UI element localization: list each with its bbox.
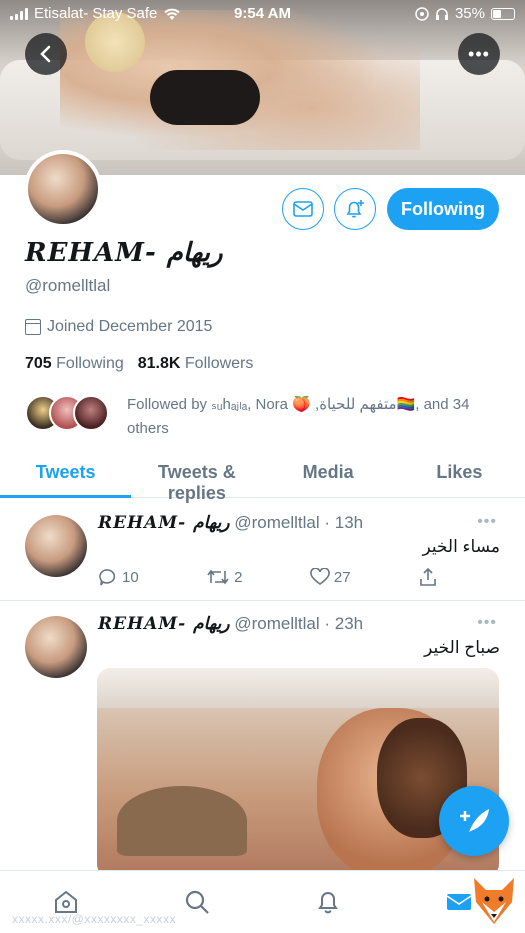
banner-clothing <box>150 70 260 125</box>
headphones-icon <box>435 7 448 20</box>
tweet-text: صباح الخير <box>424 638 500 657</box>
following-button[interactable]: Following <box>387 188 499 230</box>
followers-stat[interactable]: 81.8K Followers <box>138 355 254 373</box>
tweet-media-image[interactable] <box>97 668 499 878</box>
more-icon: ••• <box>468 43 490 64</box>
join-date-label: Joined December 2015 <box>47 318 213 335</box>
tab-media[interactable]: Media <box>263 450 394 497</box>
share-icon <box>420 567 436 586</box>
tweet[interactable]: REHAM- ريهام @romelltlal · 13h ••• مساء … <box>0 499 525 601</box>
more-button[interactable]: ••• <box>458 33 500 75</box>
like-button[interactable]: 27 <box>310 567 351 587</box>
retweet-count: 2 <box>234 568 243 586</box>
tab-tweets[interactable]: Tweets <box>0 450 132 498</box>
nav-notifications[interactable] <box>263 871 394 933</box>
reply-count: 10 <box>122 568 139 586</box>
followed-by-text: Followed by ₛᵤhₐⱼₗₐ, Nora 🍑 ,متفهم للحيا… <box>127 396 470 437</box>
followers-label: Followers <box>184 355 254 372</box>
following-stat[interactable]: 705 Following <box>25 355 124 373</box>
tweet-text: مساء الخير <box>422 537 500 556</box>
tweet-time: · 23h <box>324 614 364 633</box>
notifications-button[interactable] <box>334 188 376 230</box>
share-button[interactable] <box>418 567 438 587</box>
following-count: 705 <box>25 355 52 372</box>
reply-button[interactable]: 10 <box>98 567 139 587</box>
tweet-time: · 13h <box>324 513 364 532</box>
feather-plus-icon <box>460 809 489 832</box>
display-name: REHAM- ريهام <box>25 238 223 268</box>
calendar-icon <box>25 319 41 335</box>
tweet-header: REHAM- ريهام @romelltlal · 23h <box>98 614 363 634</box>
tweet-menu-button[interactable]: ••• <box>477 513 497 531</box>
join-date: Joined December 2015 <box>25 318 212 336</box>
fox-logo-icon <box>474 878 514 924</box>
retweet-button[interactable]: 2 <box>206 567 242 587</box>
tweet-avatar[interactable] <box>25 616 87 678</box>
reply-icon <box>99 569 116 586</box>
back-button[interactable] <box>25 33 67 75</box>
search-icon <box>185 890 209 914</box>
tweet-avatar[interactable] <box>25 515 87 577</box>
followed-by[interactable]: Followed by ₛᵤhₐⱼₗₐ, Nora 🍑 ,متفهم للحيا… <box>25 393 505 441</box>
tweet-header: REHAM- ريهام @romelltlal · 13h <box>98 513 363 533</box>
media-window-frame <box>97 668 499 708</box>
follow-stats: 705 Following 81.8K Followers <box>25 355 253 373</box>
tab-likes[interactable]: Likes <box>394 450 525 497</box>
followers-count: 81.8K <box>137 355 181 372</box>
tweet-actions: 10 2 27 <box>98 567 438 587</box>
watermark-text: xxxxx.xxx/@xxxxxxxx_xxxxx <box>12 912 177 926</box>
media-umbrella <box>117 786 247 856</box>
tweet-author-name: REHAM- ريهام <box>98 513 230 533</box>
compose-tweet-button[interactable] <box>439 786 509 856</box>
bell-plus-icon <box>346 200 364 218</box>
rotation-lock-icon <box>415 6 429 21</box>
tab-tweets-replies[interactable]: Tweets & replies <box>131 450 262 503</box>
tweet-author-handle: @romelltlal <box>234 513 320 532</box>
battery-percent: 35% <box>454 5 485 22</box>
battery-icon <box>491 7 515 20</box>
profile-tabs: Tweets Tweets & replies Media Likes <box>0 450 525 503</box>
following-label: Following <box>56 355 124 372</box>
heart-icon <box>310 568 330 585</box>
profile-avatar[interactable] <box>24 150 102 228</box>
mutual-avatars <box>25 395 109 441</box>
tweet-author-handle: @romelltlal <box>234 614 320 633</box>
chevron-left-icon <box>40 45 51 63</box>
bell-icon <box>318 892 338 914</box>
profile-handle: @romelltlal <box>25 276 111 295</box>
tweet-menu-button[interactable]: ••• <box>477 614 497 632</box>
like-count: 27 <box>333 568 351 586</box>
mutual-avatar <box>73 395 109 431</box>
retweet-icon <box>207 569 229 585</box>
tweet-author-name: REHAM- ريهام <box>98 614 230 634</box>
status-bar: Etisalat- Stay Safe 9:54 AM 35% <box>0 0 525 28</box>
message-button[interactable] <box>282 188 324 230</box>
envelope-icon <box>293 201 313 217</box>
